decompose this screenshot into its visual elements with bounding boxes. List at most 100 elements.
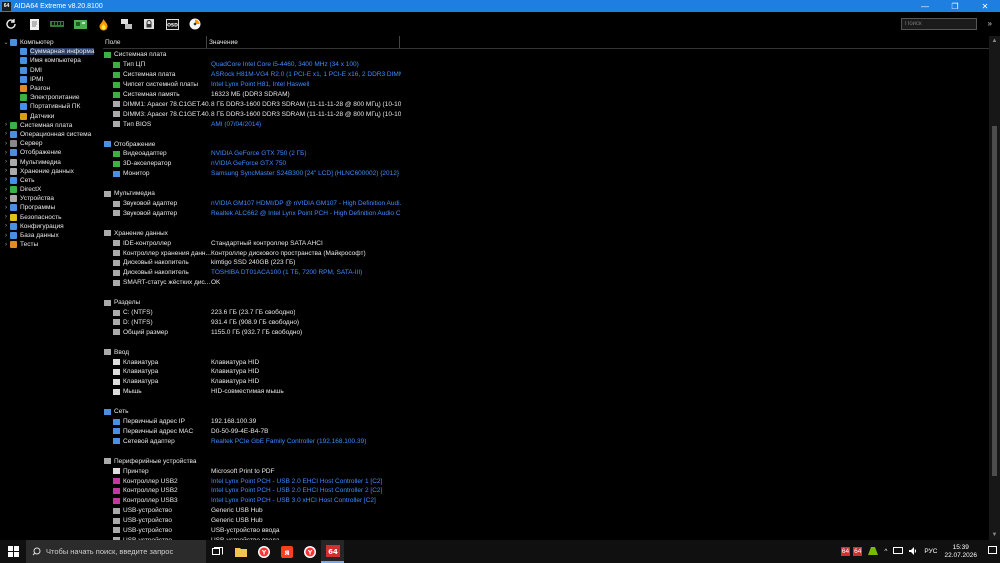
group-header[interactable]: Системная плата <box>103 50 989 60</box>
detail-row[interactable]: 3D-акселератор nVIDIA GeForce GTX 750 <box>103 159 989 169</box>
detail-row[interactable]: Дисковый накопитель TOSHIBA DT01ACA100 (1… <box>103 268 989 278</box>
tree-item[interactable]: › DirectX <box>0 185 101 194</box>
detail-row[interactable]: Клавиатура Клавиатура HID <box>103 357 989 367</box>
expand-toggle-icon[interactable]: › <box>2 150 10 156</box>
detail-row[interactable]: Системная память 16323 МБ (DDR3 SDRAM) <box>103 90 989 100</box>
start-button[interactable] <box>0 540 26 563</box>
row-value-link[interactable]: AMI (07/04/2014) <box>211 121 261 128</box>
detail-row[interactable]: Системная плата ASRock H81M-VG4 R2.0 (1 P… <box>103 70 989 80</box>
detail-row[interactable]: Дисковый накопитель kimtigo SSD 240GB (22… <box>103 258 989 268</box>
detail-row[interactable]: Сетевой адаптер Realtek PCIe GbE Family C… <box>103 436 989 446</box>
ram-icon[interactable] <box>49 16 65 32</box>
clock[interactable]: 15:39 22.07.2026 <box>944 544 977 560</box>
detail-row[interactable]: Звуковой адаптер Realtek ALC662 @ Intel L… <box>103 208 989 218</box>
detail-row[interactable]: Общий размер 1155.0 ГБ (932.7 ГБ свободно… <box>103 327 989 337</box>
expand-toggle-icon[interactable]: › <box>2 233 10 239</box>
expand-toggle-icon[interactable]: › <box>2 131 10 137</box>
flame-icon[interactable] <box>95 16 111 32</box>
detail-row[interactable]: Мышь HID-совместимая мышь <box>103 387 989 397</box>
expand-toggle-icon[interactable]: › <box>2 223 10 229</box>
tree-item[interactable]: Разгон <box>0 84 101 93</box>
tree-item[interactable]: › Конфигурация <box>0 222 101 231</box>
detail-row[interactable]: Контроллер USB2 Intel Lynx Point PCH - US… <box>103 486 989 496</box>
tree-item[interactable]: › Программы <box>0 203 101 212</box>
expand-toggle-icon[interactable]: › <box>2 177 10 183</box>
scroll-down-icon[interactable]: ▼ <box>989 532 1000 538</box>
aida64-tray-icon-2[interactable]: 64 <box>853 547 863 556</box>
tree-item[interactable]: › Сеть <box>0 176 101 185</box>
detail-row[interactable]: Первичный адрес IP 192.168.100.39 <box>103 417 989 427</box>
row-value-link[interactable]: NVIDIA GeForce GTX 750 (2 ГБ) <box>211 150 307 157</box>
group-header[interactable]: Хранение данных <box>103 228 989 238</box>
tree-item[interactable]: ⌄ Компьютер <box>0 38 101 47</box>
file-explorer-icon[interactable] <box>229 540 252 563</box>
group-header[interactable]: Сеть <box>103 407 989 417</box>
tree-item[interactable]: › Безопасность <box>0 213 101 222</box>
tree-item[interactable]: › Тесты <box>0 240 101 249</box>
tree-item[interactable]: DMI <box>0 66 101 75</box>
group-header[interactable]: Периферийные устройства <box>103 456 989 466</box>
detail-row[interactable]: DIMM3: Apacer 78.C1GET.40... 8 ГБ DDR3-16… <box>103 109 989 119</box>
tree-item[interactable]: Портативный ПК <box>0 102 101 111</box>
row-value-link[interactable]: Intel Lynx Point PCH - USB 2.0 EHCI Host… <box>211 478 382 485</box>
detail-row[interactable]: SMART-статус жёстких дис... OK <box>103 278 989 288</box>
close-button[interactable]: ✕ <box>970 0 1000 12</box>
detail-row[interactable]: Звуковой адаптер nVIDIA GM107 HDMI/DP @ n… <box>103 199 989 209</box>
volume-icon[interactable] <box>909 546 918 557</box>
tree-item[interactable]: Электропитание <box>0 93 101 102</box>
detail-row[interactable]: C: (NTFS) 223.6 ГБ (23.7 ГБ свободно) <box>103 308 989 318</box>
detail-row[interactable]: Клавиатура Клавиатура HID <box>103 367 989 377</box>
expand-toggle-icon[interactable]: › <box>2 122 10 128</box>
tree-item[interactable]: › Хранение данных <box>0 167 101 176</box>
tree-item[interactable]: Датчики <box>0 112 101 121</box>
row-value-link[interactable]: ASRock H81M-VG4 R2.0 (1 PCI-E x1, 1 PCI-… <box>211 71 401 78</box>
detail-row[interactable]: Видеоадаптер NVIDIA GeForce GTX 750 (2 ГБ… <box>103 149 989 159</box>
vertical-scrollbar[interactable]: ▲ ▼ <box>989 36 1000 540</box>
expand-toggle-icon[interactable]: › <box>2 159 10 165</box>
row-value-link[interactable]: nVIDIA GM107 HDMI/DP @ nVIDIA GM107 - Hi… <box>211 200 401 207</box>
detail-row[interactable]: Чипсет системной платы Intel Lynx Point H… <box>103 80 989 90</box>
row-value-link[interactable]: Intel Lynx Point PCH - USB 3.0 xHCI Host… <box>211 497 376 504</box>
detail-row[interactable]: Контроллер USB2 Intel Lynx Point PCH - US… <box>103 476 989 486</box>
detail-row[interactable]: Первичный адрес MAC D0-50-99-4E-B4-7B <box>103 427 989 437</box>
row-value-link[interactable]: TOSHIBA DT01ACA100 (1 ТБ, 7200 RPM, SATA… <box>211 269 362 276</box>
row-value-link[interactable]: Realtek ALC662 @ Intel Lynx Point PCH - … <box>211 210 401 217</box>
tree-item[interactable]: › Устройства <box>0 194 101 203</box>
expand-toggle-icon[interactable]: ⌄ <box>2 39 10 46</box>
detail-row[interactable]: Контроллер USB3 Intel Lynx Point PCH - US… <box>103 496 989 506</box>
detail-row[interactable]: Тип BIOS AMI (07/04/2014) <box>103 119 989 129</box>
detail-row[interactable]: Монитор Samsung SyncMaster S24B300 [24" L… <box>103 169 989 179</box>
gpu-tray-icon[interactable] <box>868 546 879 557</box>
scroll-up-icon[interactable]: ▲ <box>989 38 1000 44</box>
row-value-link[interactable]: QuadCore Intel Core i5-4460, 3400 MHz (3… <box>211 61 359 68</box>
row-value-link[interactable]: Intel Lynx Point PCH - USB 2.0 EHCI Host… <box>211 487 382 494</box>
aida64-taskbar-icon[interactable]: 64 <box>321 540 344 563</box>
maximize-button[interactable]: ❐ <box>940 0 970 12</box>
tree-item[interactable]: › Сервер <box>0 139 101 148</box>
tree-item[interactable]: › Операционная система <box>0 130 101 139</box>
notifications-icon[interactable] <box>988 546 997 557</box>
row-value-link[interactable]: Samsung SyncMaster S24B300 [24" LCD] (HL… <box>211 170 399 177</box>
detail-row[interactable]: Контроллер хранения данн... Контроллер ди… <box>103 248 989 258</box>
row-value-link[interactable]: nVIDIA GeForce GTX 750 <box>211 160 286 167</box>
language-indicator[interactable]: РУС <box>924 548 937 555</box>
tree-item[interactable]: › База данных <box>0 231 101 240</box>
toolbar-more-button[interactable]: » <box>988 19 992 28</box>
expand-toggle-icon[interactable]: › <box>2 196 10 202</box>
group-header[interactable]: Ввод <box>103 347 989 357</box>
expand-toggle-icon[interactable]: › <box>2 205 10 211</box>
detail-row[interactable]: DIMM1: Apacer 78.C1GET.40... 8 ГБ DDR3-16… <box>103 99 989 109</box>
network-tray-icon[interactable] <box>893 546 904 557</box>
motherboard-icon[interactable] <box>72 16 88 32</box>
tree-item[interactable]: Имя компьютера <box>0 56 101 65</box>
tree-item[interactable]: › Мультимедиа <box>0 157 101 166</box>
expand-toggle-icon[interactable]: › <box>2 242 10 248</box>
detail-row[interactable]: Тип ЦП QuadCore Intel Core i5-4460, 3400 … <box>103 60 989 70</box>
tree-item[interactable]: Суммарная информа <box>0 47 101 56</box>
scrollbar-thumb[interactable] <box>992 126 997 476</box>
tree-item[interactable]: IPMI <box>0 75 101 84</box>
row-value-link[interactable]: Realtek PCIe GbE Family Controller (192.… <box>211 438 366 445</box>
expand-toggle-icon[interactable]: › <box>2 168 10 174</box>
detail-row[interactable]: USB-устройство Generic USB Hub <box>103 516 989 526</box>
detail-row[interactable]: USB-устройство Generic USB Hub <box>103 506 989 516</box>
